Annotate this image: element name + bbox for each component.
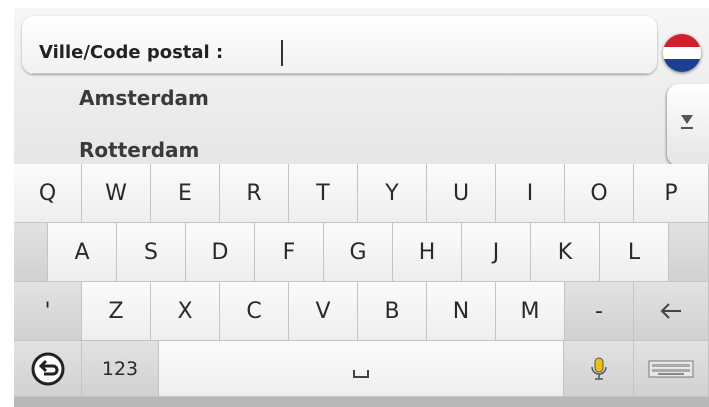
key-o[interactable]: O <box>565 164 634 223</box>
space-icon <box>353 369 369 378</box>
scroll-down-button[interactable] <box>667 84 709 166</box>
key-f[interactable]: F <box>255 223 324 282</box>
flag-stripe-white <box>663 46 701 60</box>
key-d[interactable]: D <box>186 223 255 282</box>
key-j[interactable]: J <box>462 223 531 282</box>
back-key[interactable] <box>14 341 82 397</box>
scroll-down-icon <box>681 115 693 129</box>
back-icon <box>31 352 64 385</box>
key-k[interactable]: K <box>531 223 600 282</box>
key-apostrophe[interactable]: ' <box>14 282 82 341</box>
key-c[interactable]: C <box>220 282 289 341</box>
key-u[interactable]: U <box>427 164 496 223</box>
keyboard-row-4: 123 <box>14 341 709 400</box>
key-b[interactable]: B <box>358 282 427 341</box>
key-y[interactable]: Y <box>358 164 427 223</box>
keyboard-switch-key[interactable] <box>634 341 709 397</box>
key-a[interactable]: A <box>48 223 117 282</box>
search-panel: Ville/Code postal : Amsterdam Rotterdam <box>14 8 709 166</box>
flag-stripe-blue <box>663 59 701 72</box>
backspace-key[interactable] <box>634 282 709 341</box>
screen-frame: Ville/Code postal : Amsterdam Rotterdam <box>14 8 709 407</box>
keyboard-icon <box>648 360 694 377</box>
keyboard-row-2: A S D F G H J K L <box>14 223 709 282</box>
key-spacer-right <box>669 223 709 282</box>
space-key[interactable] <box>159 341 564 397</box>
microphone-icon <box>590 357 607 380</box>
text-caret <box>281 40 283 66</box>
search-bar[interactable]: Ville/Code postal : <box>22 16 657 74</box>
key-x[interactable]: X <box>151 282 220 341</box>
key-v[interactable]: V <box>289 282 358 341</box>
key-p[interactable]: P <box>634 164 709 223</box>
key-hyphen[interactable]: - <box>565 282 634 341</box>
numbers-key[interactable]: 123 <box>82 341 159 397</box>
key-s[interactable]: S <box>117 223 186 282</box>
key-r[interactable]: R <box>220 164 289 223</box>
result-item-amsterdam[interactable]: Amsterdam <box>79 86 209 110</box>
key-q[interactable]: Q <box>14 164 82 223</box>
key-n[interactable]: N <box>427 282 496 341</box>
search-underline <box>32 73 652 74</box>
key-z[interactable]: Z <box>82 282 151 341</box>
app-window: Ville/Code postal : Amsterdam Rotterdam <box>0 0 709 407</box>
key-h[interactable]: H <box>393 223 462 282</box>
keyboard-row-1: Q W E R T Y U I O P <box>14 164 709 223</box>
key-w[interactable]: W <box>82 164 151 223</box>
key-t[interactable]: T <box>289 164 358 223</box>
key-g[interactable]: G <box>324 223 393 282</box>
backspace-arrow-icon <box>660 303 681 319</box>
key-l[interactable]: L <box>600 223 669 282</box>
on-screen-keyboard: Q W E R T Y U I O P A S D F G H J K L ' … <box>14 164 709 407</box>
key-e[interactable]: E <box>151 164 220 223</box>
result-item-rotterdam[interactable]: Rotterdam <box>79 138 199 162</box>
voice-input-key[interactable] <box>564 341 634 397</box>
key-m[interactable]: M <box>496 282 565 341</box>
keyboard-row-3: ' Z X C V B N M - <box>14 282 709 341</box>
key-i[interactable]: I <box>496 164 565 223</box>
key-spacer-left <box>14 223 48 282</box>
search-input[interactable] <box>194 42 624 66</box>
country-flag-button[interactable] <box>663 34 701 72</box>
netherlands-flag-icon <box>663 34 701 47</box>
